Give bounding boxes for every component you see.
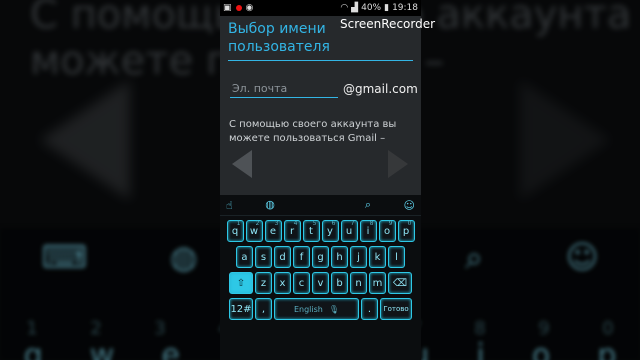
email-field[interactable] bbox=[230, 79, 338, 98]
screen-recorder-label: ScreenRecorder bbox=[340, 17, 436, 31]
key-h[interactable]: h bbox=[331, 246, 348, 268]
key-row-2: asdfghjkl bbox=[220, 246, 421, 268]
period-key[interactable]: . bbox=[361, 298, 378, 320]
key-z[interactable]: z bbox=[255, 272, 272, 294]
key-n[interactable]: n bbox=[350, 272, 367, 294]
key-label: t bbox=[309, 225, 313, 237]
key-v[interactable]: v bbox=[312, 272, 329, 294]
key-q[interactable]: q1 bbox=[226, 220, 244, 242]
gallery-icon: ▣ bbox=[223, 3, 232, 13]
key-m[interactable]: m bbox=[369, 272, 386, 294]
battery-icon: ▮ bbox=[384, 3, 390, 13]
key-label: u bbox=[345, 225, 353, 237]
keyboard-toolbar: ☝ ◍ ⌕ ☺ bbox=[220, 195, 421, 216]
key-c[interactable]: c bbox=[293, 272, 310, 294]
key-t[interactable]: t5 bbox=[302, 220, 320, 242]
key-label: e bbox=[269, 225, 277, 237]
key-row-3: ⇧ z x c v b n m ⌫ bbox=[220, 272, 421, 294]
key-e[interactable]: e3 bbox=[264, 220, 282, 242]
globe-icon[interactable]: ◍ bbox=[265, 198, 275, 212]
email-row: @gmail.com bbox=[230, 79, 421, 98]
back-arrow-icon[interactable] bbox=[232, 150, 252, 178]
signal-icon: ▟ bbox=[351, 3, 359, 13]
key-label: p bbox=[402, 225, 410, 237]
search-icon[interactable]: ⌕ bbox=[365, 198, 371, 212]
status-bar: ▣ ◉ ◠ ▟ 40% ▮ 19:18 bbox=[220, 0, 421, 16]
info-text: С помощью своего аккаунта вы можете поль… bbox=[229, 119, 397, 144]
numbers-key[interactable]: 12# bbox=[229, 298, 253, 320]
backspace-key[interactable]: ⌫ bbox=[388, 272, 412, 294]
notification-icon: ◉ bbox=[245, 3, 254, 13]
key-s[interactable]: s bbox=[255, 246, 272, 268]
key-number-hint: 2 bbox=[255, 220, 260, 227]
key-g[interactable]: g bbox=[312, 246, 329, 268]
key-number-hint: 8 bbox=[369, 220, 374, 227]
key-y[interactable]: y6 bbox=[321, 220, 339, 242]
key-i[interactable]: i8 bbox=[359, 220, 377, 242]
key-d[interactable]: d bbox=[274, 246, 291, 268]
key-x[interactable]: x bbox=[274, 272, 291, 294]
key-w[interactable]: w2 bbox=[245, 220, 263, 242]
done-key[interactable]: Готово bbox=[380, 298, 412, 320]
key-number-hint: 7 bbox=[350, 220, 355, 227]
emoji-icon[interactable]: ☺ bbox=[404, 199, 415, 212]
key-p[interactable]: p0 bbox=[397, 220, 415, 242]
key-number-hint: 5 bbox=[312, 220, 317, 227]
key-f[interactable]: f bbox=[293, 246, 310, 268]
wifi-icon: ◠ bbox=[340, 3, 349, 13]
space-key[interactable]: English 🎙 bbox=[274, 298, 359, 320]
key-u[interactable]: u7 bbox=[340, 220, 358, 242]
space-label: English bbox=[293, 304, 323, 314]
key-o[interactable]: o9 bbox=[378, 220, 396, 242]
recording-icon bbox=[235, 5, 242, 11]
mic-icon: 🎙 bbox=[328, 304, 340, 314]
key-label: q bbox=[231, 225, 239, 237]
key-label: y bbox=[327, 225, 333, 237]
key-label: w bbox=[249, 225, 259, 237]
shift-key[interactable]: ⇧ bbox=[229, 272, 253, 294]
key-label: i bbox=[366, 225, 370, 237]
key-label: r bbox=[289, 225, 295, 237]
keyboard-settings-icon[interactable]: ☝ bbox=[226, 199, 233, 212]
key-row-1: q1w2e3r4t5y6u7i8o9p0 bbox=[220, 220, 421, 242]
key-number-hint: 6 bbox=[331, 220, 336, 227]
key-number-hint: 1 bbox=[236, 220, 241, 227]
key-b[interactable]: b bbox=[331, 272, 348, 294]
key-number-hint: 4 bbox=[293, 220, 298, 227]
keyboard: ☝ ◍ ⌕ ☺ q1w2e3r4t5y6u7i8o9p0 asdfghjkl ⇧… bbox=[220, 195, 421, 360]
next-arrow-icon[interactable] bbox=[388, 150, 408, 178]
key-number-hint: 0 bbox=[407, 220, 412, 227]
key-j[interactable]: j bbox=[350, 246, 367, 268]
phone-screen: ▣ ◉ ◠ ▟ 40% ▮ 19:18 Выбор имени пользова… bbox=[220, 0, 421, 360]
key-k[interactable]: k bbox=[369, 246, 386, 268]
email-domain: @gmail.com bbox=[343, 81, 418, 96]
battery-percent: 40% bbox=[361, 3, 382, 13]
clock: 19:18 bbox=[392, 3, 418, 13]
key-a[interactable]: a bbox=[236, 246, 253, 268]
comma-key[interactable]: , bbox=[255, 298, 272, 320]
key-number-hint: 3 bbox=[274, 220, 279, 227]
title-divider bbox=[228, 60, 413, 61]
key-r[interactable]: r4 bbox=[283, 220, 301, 242]
key-l[interactable]: l bbox=[388, 246, 405, 268]
key-number-hint: 9 bbox=[388, 220, 393, 227]
key-row-4: 12# , English 🎙 . Готово bbox=[220, 298, 421, 320]
key-label: o bbox=[383, 225, 391, 237]
